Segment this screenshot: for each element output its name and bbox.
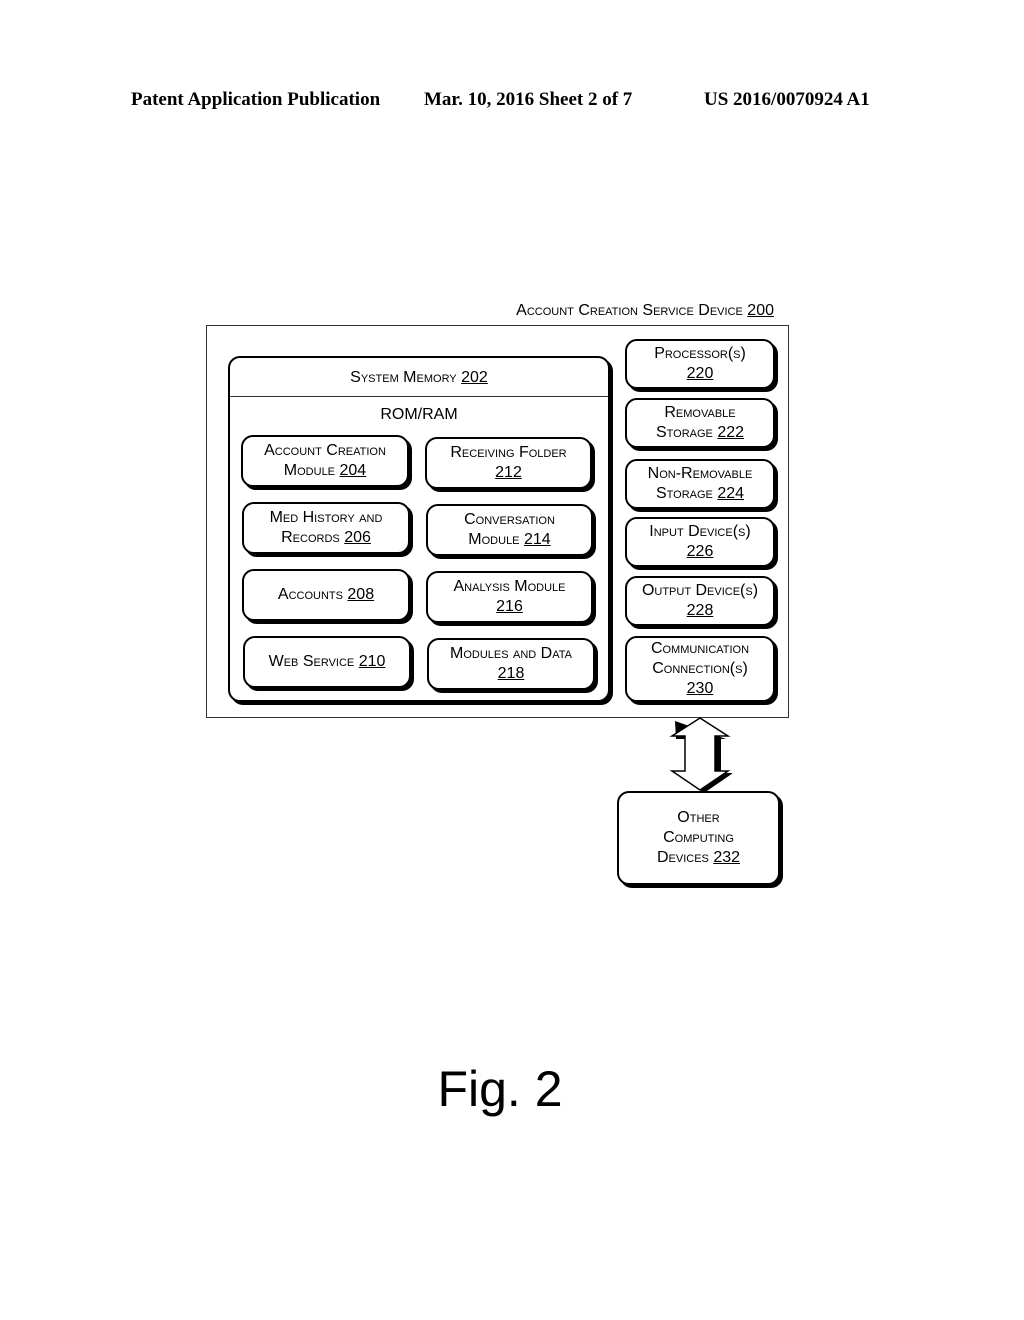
component-communication-connections: Communication Connection(s) 230	[625, 636, 775, 702]
module-accounts: Accounts 208	[242, 569, 410, 621]
system-memory-label: System Memory	[350, 369, 457, 386]
module-ref: 204	[339, 462, 367, 479]
component-text: Storage	[655, 485, 713, 502]
module-text: Web Service	[268, 653, 355, 670]
component-ref: 230	[686, 680, 714, 697]
system-memory-title: System Memory 202	[230, 358, 608, 397]
component-input-devices: Input Device(s) 226	[625, 517, 775, 567]
component-ref: 220	[686, 365, 714, 382]
module-ref: 214	[523, 531, 551, 548]
module-account-creation: Account Creation Module 204	[241, 435, 409, 487]
module-ref: 216	[496, 598, 523, 615]
module-ref: 210	[358, 653, 386, 670]
module-med-history: Med History and Records 206	[242, 502, 410, 554]
component-removable-storage: Removable Storage 222	[625, 398, 775, 448]
module-receiving-folder: Receiving Folder 212	[425, 437, 592, 489]
figure-label: Fig. 2	[437, 1061, 563, 1117]
module-text: Account Creation	[264, 442, 386, 459]
external-text: Computing	[663, 829, 734, 846]
module-text: Accounts	[277, 586, 343, 603]
component-text: Removable	[664, 404, 736, 421]
module-ref: 212	[495, 464, 522, 481]
external-text: Devices	[656, 849, 709, 866]
component-ref: 224	[717, 485, 745, 502]
module-text: Conversation	[464, 511, 555, 528]
device-label-text: Account Creation Service Device	[516, 302, 743, 319]
module-ref: 218	[497, 665, 525, 682]
component-text: Connection(s)	[652, 660, 748, 677]
module-text: Analysis Module	[453, 578, 566, 595]
device-ref: 200	[747, 302, 774, 319]
module-ref: 206	[344, 529, 371, 546]
other-computing-devices: Other Computing Devices 232	[617, 791, 780, 885]
component-non-removable-storage: Non-Removable Storage 224	[625, 459, 775, 509]
component-ref: 222	[717, 424, 745, 441]
module-conversation: Conversation Module 214	[426, 504, 593, 556]
component-ref: 228	[686, 602, 714, 619]
module-text: Med History and	[269, 509, 383, 526]
component-text: Output Device(s)	[641, 582, 759, 599]
component-processors: Processor(s) 220	[625, 339, 775, 389]
publication-date-sheet: Mar. 10, 2016 Sheet 2 of 7	[424, 89, 633, 110]
module-ref: 208	[347, 586, 375, 603]
component-output-devices: Output Device(s) 228	[625, 576, 775, 626]
publication-title: Patent Application Publication	[131, 89, 381, 110]
module-text: Records	[281, 529, 340, 546]
component-text: Storage	[655, 424, 713, 441]
component-text: Input Device(s)	[649, 523, 751, 540]
double-arrow-icon	[669, 717, 732, 793]
module-text: Module	[283, 462, 336, 479]
module-text: Modules and Data	[450, 645, 572, 662]
component-ref: 226	[686, 543, 714, 560]
device-label: Account Creation Service Device 200	[440, 302, 774, 320]
module-web-service: Web Service 210	[243, 636, 411, 688]
module-analysis: Analysis Module 216	[426, 571, 593, 623]
external-text: Other	[677, 809, 720, 826]
external-ref: 232	[713, 849, 741, 866]
system-memory-ref: 202	[461, 369, 488, 386]
component-text: Processor(s)	[654, 345, 746, 362]
component-text: Non-Removable	[647, 465, 753, 482]
component-text: Communication	[650, 640, 750, 657]
rom-ram-label: ROM/RAM	[380, 406, 458, 423]
module-text: Module	[468, 531, 520, 548]
module-modules-and-data: Modules and Data 218	[427, 638, 595, 690]
publication-number: US 2016/0070924 A1	[704, 89, 870, 110]
module-text: Receiving Folder	[450, 444, 567, 461]
